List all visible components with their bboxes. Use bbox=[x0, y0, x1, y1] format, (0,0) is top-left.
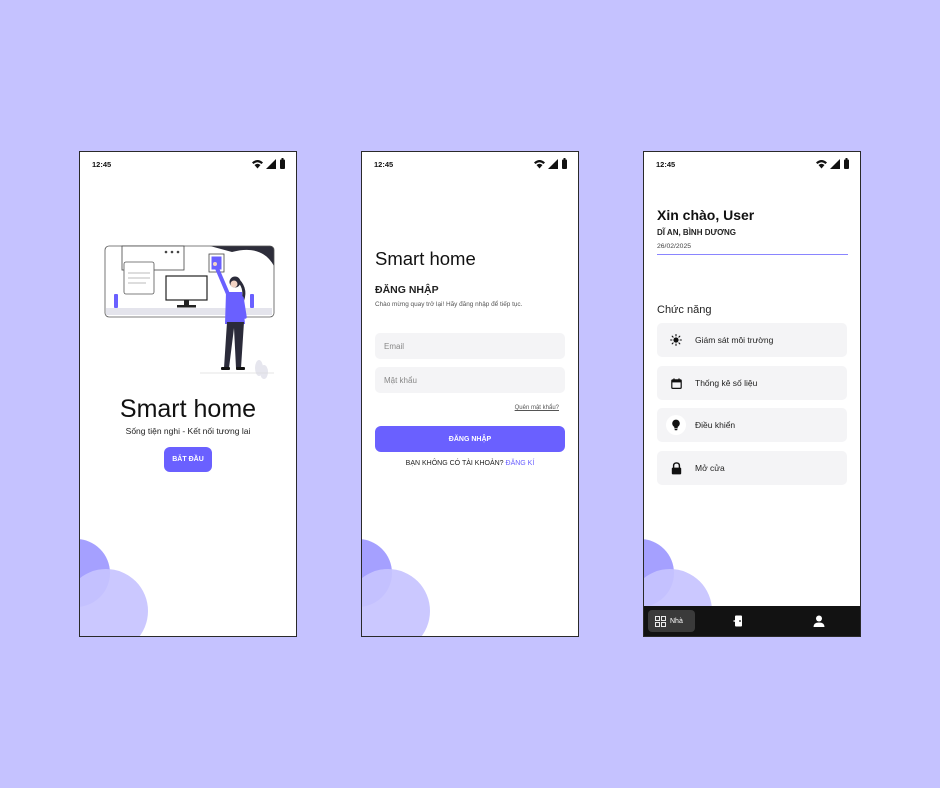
function-open-door[interactable]: Mở cửa bbox=[657, 451, 847, 485]
status-time: 12:45 bbox=[92, 160, 112, 169]
function-label: Mở cửa bbox=[695, 463, 725, 473]
grid-icon bbox=[655, 615, 666, 627]
function-label: Giám sát môi trường bbox=[695, 335, 774, 345]
function-label: Điều khiển bbox=[695, 420, 736, 430]
start-button[interactable]: BẮT ĐẦU bbox=[164, 447, 212, 472]
date: 26/02/2025 bbox=[657, 243, 692, 250]
calendar-icon bbox=[666, 373, 686, 393]
password-field[interactable] bbox=[375, 367, 565, 393]
lock-icon bbox=[666, 458, 686, 478]
app-tagline: Sống tiện nghi - Kết nối tương lai bbox=[125, 426, 251, 436]
function-label: Thống kê số liệu bbox=[695, 378, 758, 388]
door-icon[interactable] bbox=[732, 614, 746, 628]
welcome-screen: 12:45 Smart home Sống tiện nghi - Kết nố… bbox=[79, 151, 297, 637]
status-icons bbox=[816, 158, 849, 169]
greeting: Xin chào, User bbox=[657, 207, 755, 223]
lightbulb-icon bbox=[666, 415, 686, 435]
email-field[interactable] bbox=[375, 333, 565, 359]
function-control[interactable]: Điều khiển bbox=[657, 408, 847, 442]
divider bbox=[657, 254, 848, 255]
functions-heading: Chức năng bbox=[657, 304, 712, 316]
app-title: Smart home bbox=[119, 395, 257, 423]
signup-prompt: BẠN KHÔNG CÓ TÀI KHOẢN? ĐĂNG KÍ bbox=[362, 460, 578, 467]
decorative-blob bbox=[362, 569, 430, 636]
bottom-navigation: Nhà bbox=[644, 606, 860, 636]
status-bar: 12:45 bbox=[80, 152, 296, 178]
status-icons bbox=[252, 158, 285, 169]
signup-link[interactable]: ĐĂNG KÍ bbox=[506, 460, 535, 467]
home-screen: 12:45 Xin chào, User DĨ AN, BÌNH DƯƠNG 2… bbox=[643, 151, 861, 637]
status-icons bbox=[534, 158, 567, 169]
status-bar: 12:45 bbox=[362, 152, 578, 178]
status-time: 12:45 bbox=[374, 160, 394, 169]
smart-home-illustration bbox=[104, 245, 275, 379]
function-environment-monitor[interactable]: Giám sát môi trường bbox=[657, 323, 847, 357]
forgot-password-link[interactable]: Quên mật khẩu? bbox=[515, 405, 559, 411]
user-icon[interactable] bbox=[812, 614, 826, 628]
nav-home-label: Nhà bbox=[670, 617, 683, 625]
login-heading: ĐĂNG NHẬP bbox=[375, 284, 439, 296]
function-statistics[interactable]: Thống kê số liệu bbox=[657, 366, 847, 400]
no-account-text: BẠN KHÔNG CÓ TÀI KHOẢN? bbox=[405, 460, 504, 467]
login-screen: 12:45 Smart home ĐĂNG NHẬP Chào mừng qua… bbox=[361, 151, 579, 637]
location: DĨ AN, BÌNH DƯƠNG bbox=[657, 228, 736, 237]
status-bar: 12:45 bbox=[644, 152, 860, 178]
decorative-blob bbox=[80, 569, 148, 636]
sun-icon bbox=[666, 330, 686, 350]
login-button[interactable]: ĐĂNG NHẬP bbox=[375, 426, 565, 452]
login-description: Chào mừng quay trở lại! Hãy đăng nhập để… bbox=[375, 301, 523, 308]
app-title: Smart home bbox=[375, 248, 476, 269]
status-time: 12:45 bbox=[656, 160, 676, 169]
nav-home-tab[interactable]: Nhà bbox=[648, 610, 695, 632]
